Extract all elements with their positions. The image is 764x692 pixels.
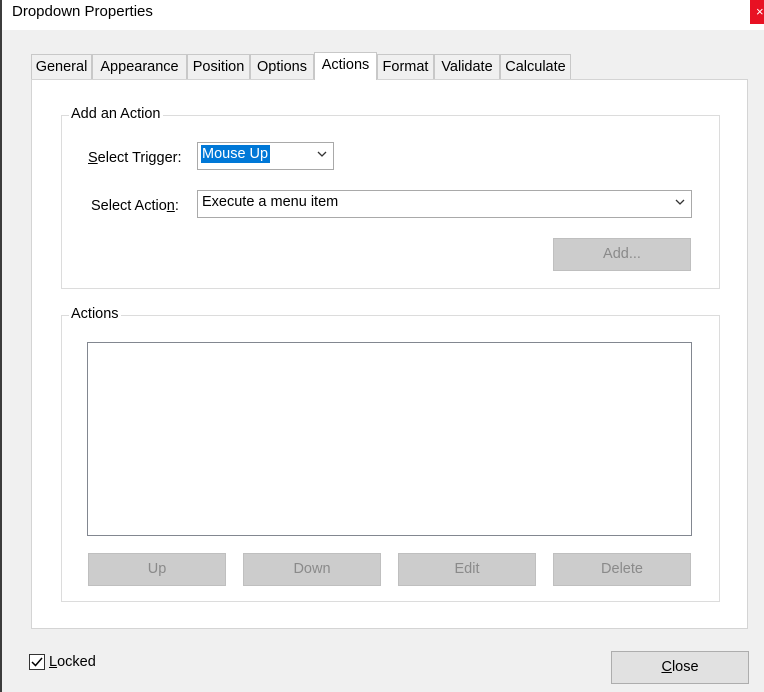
edit-action-button[interactable]: Edit: [398, 553, 536, 586]
actions-list[interactable]: [87, 342, 692, 536]
trigger-dropdown-value: Mouse Up: [201, 145, 271, 163]
tab-appearance[interactable]: Appearance: [92, 54, 187, 79]
select-action-label-post: :: [174, 198, 179, 214]
locked-checkbox[interactable]: [29, 654, 45, 670]
select-trigger-label-text: elect Trigger:: [97, 150, 182, 166]
add-action-group-label: Add an Action: [69, 106, 163, 122]
actions-tab-panel: Add an Action Select Trigger: Mouse Up S…: [31, 79, 748, 629]
tab-validate[interactable]: Validate: [434, 54, 500, 79]
tab-calculate[interactable]: Calculate: [500, 54, 571, 79]
tab-format[interactable]: Format: [377, 54, 434, 79]
window-close-button[interactable]: ×: [750, 0, 764, 24]
tab-position[interactable]: Position: [187, 54, 250, 79]
checkmark-icon: [31, 657, 43, 667]
tab-actions[interactable]: Actions: [314, 52, 377, 80]
chevron-down-icon: [317, 151, 327, 157]
locked-label: Locked: [49, 654, 96, 670]
locked-mnemonic: L: [49, 654, 58, 670]
select-trigger-mnemonic: S: [88, 150, 98, 166]
action-dropdown-value: Execute a menu item: [202, 194, 339, 210]
select-action-label-pre: Select Actio: [91, 198, 167, 214]
trigger-dropdown[interactable]: Mouse Up: [197, 142, 334, 170]
action-dropdown[interactable]: Execute a menu item: [197, 190, 692, 218]
close-mnemonic: C: [661, 659, 672, 675]
move-up-button[interactable]: Up: [88, 553, 226, 586]
close-button[interactable]: Close: [611, 651, 749, 684]
select-action-label: Select Action:: [91, 198, 179, 214]
delete-action-button[interactable]: Delete: [553, 553, 691, 586]
select-action-mnemonic: n: [166, 198, 175, 214]
window-title: Dropdown Properties: [12, 3, 153, 20]
close-button-text: lose: [671, 659, 699, 675]
move-down-button[interactable]: Down: [243, 553, 381, 586]
locked-label-text: ocked: [57, 654, 96, 670]
add-action-button[interactable]: Add...: [553, 238, 691, 271]
chevron-down-icon: [675, 199, 685, 205]
select-trigger-label: Select Trigger:: [88, 150, 182, 166]
tab-general[interactable]: General: [31, 54, 92, 79]
tab-options[interactable]: Options: [250, 54, 314, 79]
window-left-edge: [0, 0, 2, 692]
actions-group-label: Actions: [69, 306, 121, 322]
close-icon: ×: [756, 4, 764, 19]
title-bar: Dropdown Properties: [2, 0, 764, 30]
